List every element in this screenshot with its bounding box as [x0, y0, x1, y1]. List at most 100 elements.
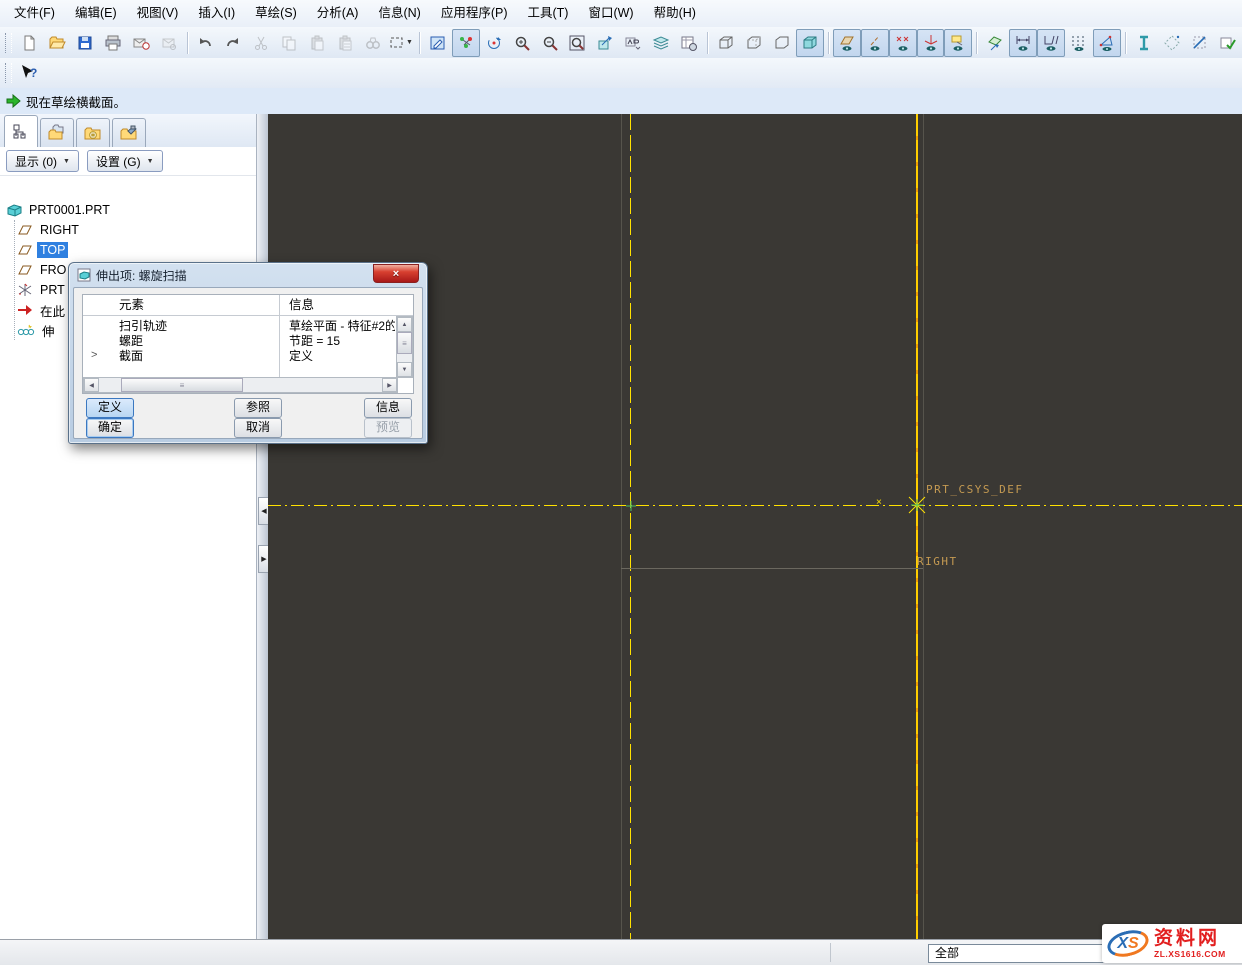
copy-icon — [280, 34, 298, 52]
close-icon[interactable] — [373, 264, 419, 283]
no-hidden-button[interactable] — [768, 29, 796, 57]
centerline-axis-vertical[interactable] — [916, 114, 918, 940]
grid-display-icon — [1070, 34, 1088, 52]
sketch-view-button[interactable] — [424, 29, 452, 57]
cell-info[interactable]: 草绘平面 - 特征#2的 — [289, 319, 395, 334]
tab-favorites[interactable] — [76, 118, 110, 147]
grid-display-button[interactable] — [1065, 29, 1093, 57]
axis-display-icon — [866, 34, 884, 52]
define-button[interactable]: 定义 — [86, 398, 134, 418]
symbols-ab-button[interactable] — [619, 29, 647, 57]
menu-analysis[interactable]: 分析(A) — [307, 0, 369, 27]
menu-applications[interactable]: 应用程序(P) — [431, 0, 518, 27]
datum-plane-display-button[interactable] — [833, 29, 861, 57]
model-tree-tab-icon — [12, 123, 30, 141]
tab-model-tree[interactable] — [4, 115, 38, 147]
send-mail-button[interactable] — [127, 29, 155, 57]
centerline-horizontal[interactable] — [268, 505, 1242, 506]
select-box-button[interactable] — [387, 29, 415, 57]
navigator-tabs — [0, 114, 256, 148]
select-box-dropdown-arrow-icon[interactable] — [406, 39, 413, 46]
dimension-display-button[interactable] — [1009, 29, 1037, 57]
cell-element[interactable]: 扫引轨迹 — [119, 319, 167, 334]
menu-tools[interactable]: 工具(T) — [518, 0, 579, 27]
feature-requirements-button[interactable] — [1214, 29, 1242, 57]
tree-item-part[interactable]: PRT0001.PRT — [0, 200, 256, 220]
view-manager-button[interactable] — [675, 29, 703, 57]
redo-button[interactable] — [219, 29, 247, 57]
spin-center-button[interactable] — [480, 29, 508, 57]
hidden-line-button[interactable] — [740, 29, 768, 57]
new-file-button[interactable] — [15, 29, 43, 57]
vertical-scrollbar[interactable] — [396, 316, 413, 378]
references-button[interactable]: 参照 — [234, 398, 282, 418]
zoom-in-button[interactable] — [508, 29, 536, 57]
cell-info[interactable]: 节距 = 15 — [289, 334, 340, 349]
cell-element[interactable]: 截面 — [119, 349, 143, 364]
open-ends-diagnostics-button[interactable] — [1186, 29, 1214, 57]
open-button[interactable] — [43, 29, 71, 57]
scroll-down-icon[interactable] — [397, 362, 412, 377]
loop-diagnostics-button[interactable] — [1158, 29, 1186, 57]
scroll-left-icon[interactable] — [84, 378, 99, 392]
shaded-button[interactable] — [796, 29, 824, 57]
axis-display-button[interactable] — [861, 29, 889, 57]
vertical-scroll-thumb[interactable] — [397, 332, 412, 354]
open-folder-icon — [48, 34, 66, 52]
settings-dropdown-button[interactable]: 设置 (G) — [87, 150, 163, 172]
reorient-button[interactable] — [591, 29, 619, 57]
point-display-button[interactable] — [889, 29, 917, 57]
sketch-line-horizontal[interactable] — [621, 568, 923, 569]
menu-help[interactable]: 帮助(H) — [644, 0, 706, 27]
tree-item-top-plane[interactable]: TOP — [17, 240, 256, 260]
sketch-line-vertical[interactable] — [923, 114, 924, 940]
section-shade-button[interactable] — [1130, 29, 1158, 57]
graphics-canvas[interactable]: PRT_CSYS_DEF RIGHT — [268, 114, 1242, 940]
show-dropdown-button[interactable]: 显示 (0) — [6, 150, 79, 172]
menu-edit[interactable]: 编辑(E) — [65, 0, 127, 27]
tree-item-right-plane[interactable]: RIGHT — [17, 220, 256, 240]
cancel-button[interactable]: 取消 — [234, 418, 282, 438]
context-help-button[interactable]: ? — [15, 59, 43, 87]
layers-button[interactable] — [647, 29, 675, 57]
menu-view[interactable]: 视图(V) — [127, 0, 189, 27]
cell-info[interactable]: 定义 — [289, 349, 313, 364]
tab-folder-browser[interactable] — [40, 118, 74, 147]
print-button[interactable] — [99, 29, 127, 57]
annotation-display-button[interactable] — [944, 29, 972, 57]
wireframe-button[interactable] — [712, 29, 740, 57]
redo-icon — [224, 34, 242, 52]
navigator-panel: 显示 (0) 设置 (G) PRT0001.PRT RIGHT TOP — [0, 114, 256, 940]
datum-filter-button[interactable] — [452, 29, 480, 57]
menu-sketch[interactable]: 草绘(S) — [245, 0, 307, 27]
csys-marker-icon[interactable] — [907, 495, 927, 515]
save-button[interactable] — [71, 29, 99, 57]
info-button[interactable]: 信息 — [364, 398, 412, 418]
menu-file[interactable]: 文件(F) — [4, 0, 65, 27]
toolbar-grip[interactable] — [5, 33, 12, 53]
ok-button[interactable]: 确定 — [86, 418, 134, 438]
zoom-out-button[interactable] — [536, 29, 564, 57]
dialog-cube-icon — [77, 268, 91, 282]
horizontal-scrollbar[interactable] — [83, 377, 398, 393]
undo-button[interactable] — [192, 29, 220, 57]
menu-insert[interactable]: 插入(I) — [188, 0, 245, 27]
zoom-fit-button[interactable] — [564, 29, 592, 57]
sketch-line-vertical[interactable] — [621, 114, 622, 940]
menu-info[interactable]: 信息(N) — [368, 0, 430, 27]
vertex-display-button[interactable] — [1093, 29, 1121, 57]
elements-table[interactable]: 元素 信息 扫引轨迹 草绘平面 - 特征#2的 螺距 节距 = 15 截面 定义 — [82, 294, 414, 394]
scroll-up-icon[interactable] — [397, 317, 412, 332]
cell-element[interactable]: 螺距 — [119, 334, 143, 349]
csys-label: PRT_CSYS_DEF — [926, 483, 1023, 496]
constraint-display-button[interactable] — [1037, 29, 1065, 57]
centerline-vertical[interactable] — [630, 114, 631, 940]
sketch-orientation-button[interactable] — [981, 29, 1009, 57]
horizontal-scroll-thumb[interactable] — [121, 378, 243, 392]
menu-window[interactable]: 窗口(W) — [578, 0, 643, 27]
toolbar-grip[interactable] — [5, 63, 12, 83]
csys-display-button[interactable] — [917, 29, 945, 57]
no-hidden-icon — [773, 34, 791, 52]
scroll-right-icon[interactable] — [382, 378, 397, 392]
tab-connections[interactable] — [112, 118, 146, 147]
